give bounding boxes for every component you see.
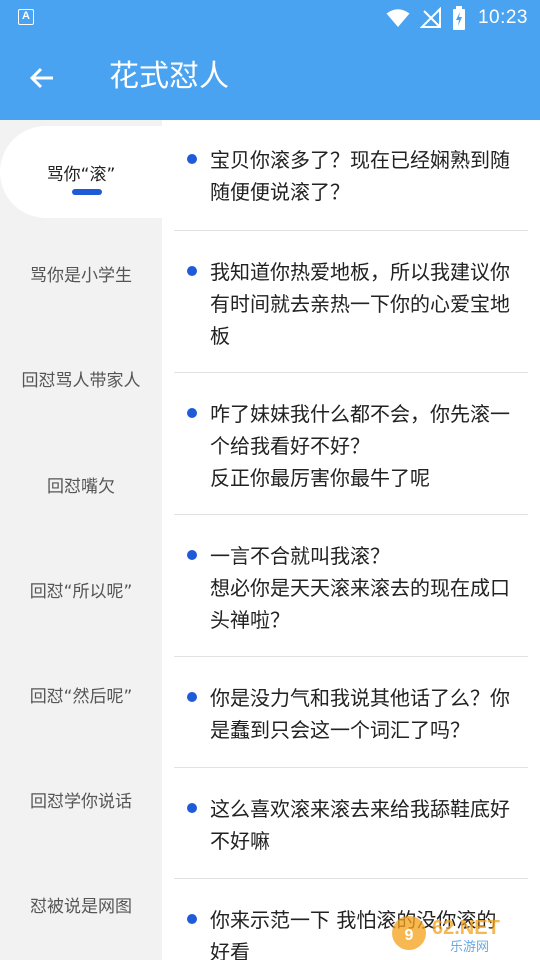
sidebar-item-wangtu[interactable]: 怼被说是网图 — [0, 858, 162, 950]
category-sidebar: 骂你“滚” 骂你是小学生 回怼骂人带家人 回怼嘴欠 回怼“所以呢” 回怼“然后呢… — [0, 120, 162, 960]
list-item[interactable]: 一言不合就叫我滚？ 想必你是天天滚来滚去的现在成口 头禅啦？ — [174, 515, 528, 657]
list-item-text: 宝贝你滚多了？现在已经娴熟到随 随便便说滚了？ — [210, 148, 510, 204]
list-item-text: 你是没力气和我说其他话了么？你 是蠢到只会这一个词汇了吗？ — [210, 686, 510, 742]
svg-text:9: 9 — [405, 927, 414, 944]
watermark-logo: 9 62.NET 乐游网 — [392, 910, 532, 955]
list-item[interactable]: 你是没力气和我说其他话了么？你 是蠢到只会这一个词汇了吗？ — [174, 657, 528, 768]
sidebar-item-label: 回怼嘴欠 — [47, 476, 115, 497]
bullet-icon — [187, 154, 197, 164]
list-item[interactable]: 咋了妹妹我什么都不会，你先滚一 个给我看好不好？ 反正你最厉害你最牛了呢 — [174, 373, 528, 515]
bullet-icon — [187, 266, 197, 276]
bullet-icon — [187, 914, 197, 924]
sidebar-item-label: 骂你是小学生 — [30, 265, 132, 286]
svg-text:62.NET: 62.NET — [432, 917, 500, 939]
sidebar-item-daijiaren[interactable]: 回怼骂人带家人 — [0, 332, 162, 424]
bullet-icon — [187, 692, 197, 702]
list-item[interactable]: 我知道你热爱地板，所以我建议你 有时间就去亲热一下你的心爱宝地 板 — [174, 231, 528, 373]
sidebar-item-xiaoxuesheng[interactable]: 骂你是小学生 — [0, 227, 162, 319]
list-item[interactable]: 这么喜欢滚来滚去来给我舔鞋底好 不好嘛 — [174, 768, 528, 879]
no-signal-icon — [419, 7, 441, 28]
sidebar-item-suoyine[interactable]: 回怼“所以呢” — [0, 543, 162, 635]
list-item-text: 咋了妹妹我什么都不会，你先滚一 个给我看好不好？ 反正你最厉害你最牛了呢 — [210, 402, 510, 490]
sidebar-item-label: 回怼骂人带家人 — [21, 370, 141, 391]
svg-text:乐游网: 乐游网 — [450, 940, 489, 954]
active-indicator — [72, 189, 102, 195]
sidebar-item-zuiqian[interactable]: 回怼嘴欠 — [0, 438, 162, 530]
comeback-list: 宝贝你滚多了？现在已经娴熟到随 随便便说滚了？ 我知道你热爱地板，所以我建议你 … — [162, 120, 540, 960]
list-item-text: 一言不合就叫我滚？ 想必你是天天滚来滚去的现在成口 头禅啦？ — [210, 544, 510, 632]
app-bar: 花式怼人 — [0, 36, 540, 120]
arrow-left-icon — [29, 67, 53, 89]
wifi-icon — [386, 9, 410, 27]
system-icons: 10:23 — [386, 0, 528, 36]
bullet-icon — [187, 550, 197, 560]
battery-charging-icon — [452, 6, 465, 30]
page-title: 花式怼人 — [109, 59, 229, 94]
list-item-text: 这么喜欢滚来滚去来给我舔鞋底好 不好嘛 — [210, 797, 510, 853]
sidebar-item-label: 回怼“所以呢” — [29, 581, 133, 602]
sidebar-item-label: 回怼学你说话 — [30, 791, 132, 812]
clock: 10:23 — [477, 7, 528, 28]
status-bar: A 10:23 — [0, 0, 540, 36]
sidebar-item-gun[interactable]: 骂你“滚” — [0, 126, 162, 218]
sidebar-item-label: 回怼“然后呢” — [29, 686, 133, 707]
sidebar-item-xueshuohua[interactable]: 回怼学你说话 — [0, 753, 162, 845]
list-item[interactable]: 宝贝你滚多了？现在已经娴熟到随 随便便说滚了？ — [174, 120, 528, 231]
sidebar-item-ranhoune[interactable]: 回怼“然后呢” — [0, 648, 162, 740]
sidebar-item-label: 怼被说是网图 — [30, 896, 132, 917]
bullet-icon — [187, 408, 197, 418]
bullet-icon — [187, 803, 197, 813]
list-item-text: 我知道你热爱地板，所以我建议你 有时间就去亲热一下你的心爱宝地 板 — [210, 260, 510, 348]
sidebar-item-label: 骂你“滚” — [46, 164, 116, 185]
back-button[interactable] — [22, 58, 62, 98]
app-notification-icon: A — [18, 9, 34, 25]
